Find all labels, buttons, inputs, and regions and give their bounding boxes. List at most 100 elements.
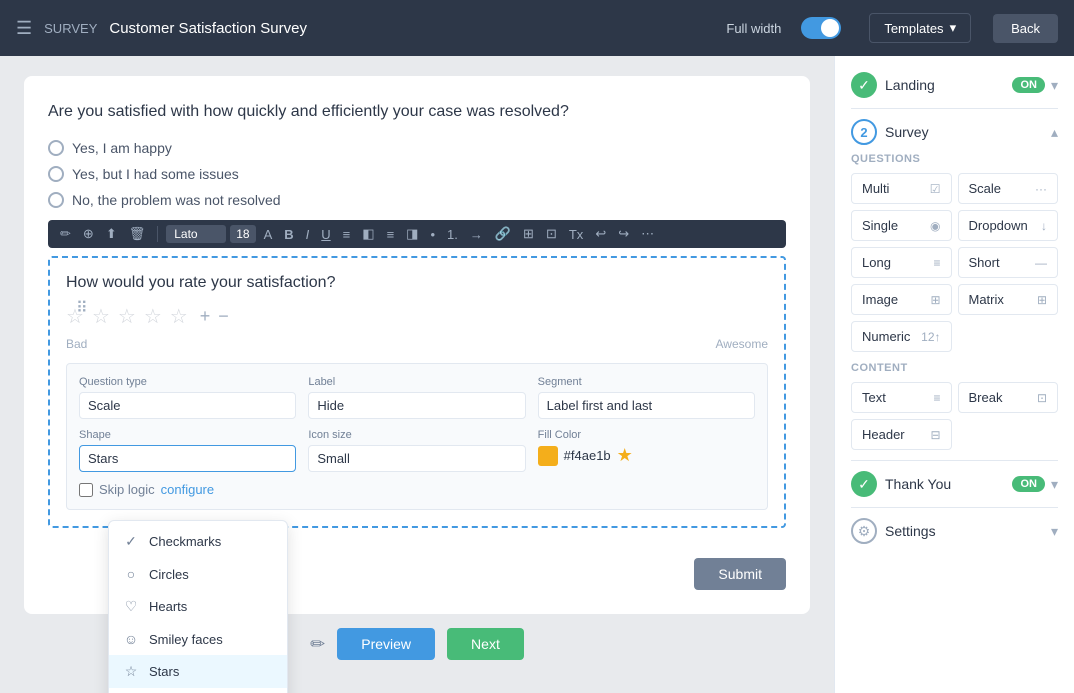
ol-icon[interactable]: 1.	[443, 225, 462, 244]
break-icon: ⊡	[1037, 391, 1047, 405]
back-button[interactable]: Back	[993, 14, 1058, 43]
align-center-icon[interactable]: ≡	[383, 225, 399, 244]
skip-logic-checkbox[interactable]	[79, 483, 93, 497]
survey-title: Customer Satisfaction Survey	[109, 20, 307, 37]
templates-button[interactable]: Templates ▾	[869, 13, 971, 43]
label-select[interactable]: Hide	[308, 392, 525, 419]
scale-bad-label: Bad	[66, 337, 87, 351]
image-icon[interactable]: ⊞	[519, 224, 538, 244]
star-preview: ★	[617, 445, 633, 466]
bold-icon[interactable]: B	[280, 225, 297, 244]
clear-icon[interactable]: Tx	[565, 225, 587, 244]
icon-size-select[interactable]: Small	[308, 445, 525, 472]
icon-size-field: Icon size Small	[308, 429, 525, 472]
embed-icon[interactable]: ⊡	[542, 224, 561, 244]
delete-icon[interactable]: 🗑	[125, 224, 150, 244]
single-button[interactable]: Single ◉	[851, 210, 952, 241]
stars-icon: ☆	[123, 663, 139, 680]
question-toolbar: ✏ ⊕ ⬆ 🗑 Lato 18 A B I U ≡ ◧ ≡ ◨ • 1. → 🔗…	[48, 220, 786, 248]
edit-icon[interactable]: ✏	[56, 224, 75, 244]
segment-select[interactable]: Label first and last	[538, 392, 755, 419]
more-icon[interactable]: ⋯	[637, 224, 658, 244]
numeric-icon: 12↑	[921, 330, 940, 344]
dropdown-button[interactable]: Dropdown ↓	[958, 210, 1059, 241]
shape-select[interactable]: Stars	[79, 445, 296, 472]
short-button[interactable]: Short —	[958, 247, 1059, 278]
settings-chevron-icon[interactable]: ▾	[1051, 523, 1058, 540]
add-icon[interactable]: ⊕	[79, 224, 98, 244]
landing-label: Landing	[885, 77, 935, 93]
ul-icon[interactable]: •	[426, 225, 439, 244]
matrix-button[interactable]: Matrix ⊞	[958, 284, 1059, 315]
dropdown-item-circles[interactable]: ○ Circles	[109, 558, 287, 590]
undo-icon[interactable]: ↩	[591, 224, 610, 244]
settings-row: ⚙ Settings ▾	[851, 518, 1058, 544]
question-type-field: Question type Scale	[79, 376, 296, 419]
thank-you-chevron-icon[interactable]: ▾	[1051, 476, 1058, 493]
pencil-button[interactable]: ✏	[310, 634, 325, 655]
font-color-icon[interactable]: A	[260, 225, 277, 244]
align-right-icon[interactable]: ◨	[402, 224, 422, 244]
settings-step: ⚙ Settings	[851, 518, 936, 544]
content-section-label: Content	[851, 362, 1058, 374]
indent-icon[interactable]: →	[466, 225, 487, 244]
align-left-icon[interactable]: ◧	[358, 224, 378, 244]
preview-button[interactable]: Preview	[337, 628, 435, 660]
thank-you-step: ✓ Thank You	[851, 471, 951, 497]
text-button[interactable]: Text ≡	[851, 382, 952, 413]
survey-row: 2 Survey ▴	[851, 119, 1058, 145]
landing-chevron-icon[interactable]: ▾	[1051, 77, 1058, 94]
star-4[interactable]: ☆	[144, 304, 162, 329]
color-swatch[interactable]	[538, 446, 558, 466]
color-hex-value: #f4ae1b	[564, 448, 611, 463]
radio-circle	[48, 166, 64, 182]
survey-step-label: Survey	[885, 124, 929, 140]
option-2-label: Yes, but I had some issues	[72, 166, 239, 182]
scale-button[interactable]: Scale ···	[958, 173, 1059, 204]
next-button[interactable]: Next	[447, 628, 524, 660]
dropdown-item-hearts[interactable]: ♡ Hearts	[109, 590, 287, 623]
menu-icon: ☰	[16, 18, 32, 39]
font-size-selector[interactable]: 18	[230, 225, 255, 243]
survey-step: 2 Survey	[851, 119, 929, 145]
thank-you-check-icon: ✓	[851, 471, 877, 497]
remove-star-icon[interactable]: −	[218, 306, 229, 327]
underline-icon[interactable]: U	[317, 225, 334, 244]
numeric-button[interactable]: Numeric 12↑	[851, 321, 952, 352]
font-selector[interactable]: Lato	[166, 225, 226, 243]
multi-button[interactable]: Multi ☑	[851, 173, 952, 204]
long-button[interactable]: Long ≡	[851, 247, 952, 278]
star-2[interactable]: ☆	[92, 304, 110, 329]
question-text: Are you satisfied with how quickly and e…	[48, 100, 786, 124]
scale-stars: ☆ ☆ ☆ ☆ ☆ + −	[66, 304, 768, 329]
scale-icon: ···	[1035, 182, 1047, 196]
single-icon: ◉	[930, 219, 940, 233]
survey-chevron-icon[interactable]: ▴	[1051, 124, 1058, 141]
star-5[interactable]: ☆	[170, 304, 188, 329]
up-icon[interactable]: ⬆	[102, 224, 121, 244]
question-type-select[interactable]: Scale	[79, 392, 296, 419]
star-3[interactable]: ☆	[118, 304, 136, 329]
landing-row: ✓ Landing ON ▾	[851, 72, 1058, 98]
redo-icon[interactable]: ↪	[614, 224, 633, 244]
long-label: Long	[862, 255, 891, 270]
scale-label: Scale	[969, 181, 1002, 196]
break-button[interactable]: Break ⊡	[958, 382, 1059, 413]
italic-icon[interactable]: I	[302, 225, 314, 244]
submit-button[interactable]: Submit	[694, 558, 786, 590]
add-star-icon[interactable]: +	[200, 306, 211, 327]
configure-link[interactable]: configure	[161, 482, 214, 497]
link-icon[interactable]: 🔗	[491, 224, 515, 244]
matrix-icon: ⊞	[1037, 293, 1047, 307]
dropdown-item-thumbsup[interactable]: 👍 Thumbs-up	[109, 688, 287, 693]
dropdown-item-label: Hearts	[149, 599, 187, 614]
dropdown-item-stars[interactable]: ☆ Stars	[109, 655, 287, 688]
image-button[interactable]: Image ⊞	[851, 284, 952, 315]
fullwidth-toggle[interactable]	[801, 17, 841, 39]
header-button[interactable]: Header ⊟	[851, 419, 952, 450]
list-icon[interactable]: ≡	[339, 225, 355, 244]
dropdown-item-smiley[interactable]: ☺ Smiley faces	[109, 623, 287, 655]
circles-icon: ○	[123, 566, 139, 582]
drag-handle[interactable]: ⠿	[76, 298, 88, 318]
dropdown-item-checkmarks[interactable]: ✓ Checkmarks	[109, 525, 287, 558]
